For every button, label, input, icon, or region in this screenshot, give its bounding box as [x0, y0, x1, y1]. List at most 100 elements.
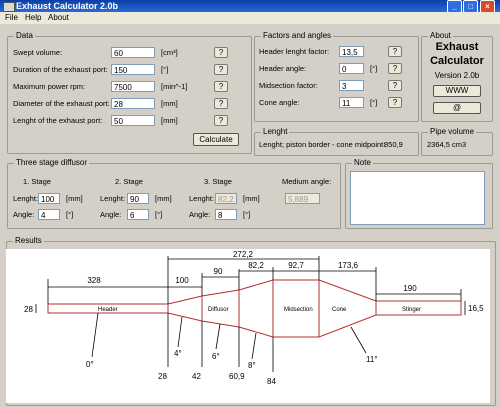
stage3-angle-label: Angle: [189, 210, 211, 219]
length-group-title: Lenght [261, 127, 290, 136]
angle-stage1: 4° [174, 349, 182, 358]
email-button[interactable]: @ [433, 102, 481, 114]
midsection-factor-input[interactable]: 3 [339, 80, 364, 91]
calculate-button[interactable]: Calculate [193, 133, 239, 146]
midsection-factor-help-button[interactable]: ? [388, 80, 402, 91]
dim-stinger-length: 190 [403, 284, 417, 293]
stage2-length-label: Lenght: [100, 194, 126, 203]
stage1-length-label: Lenght: [13, 194, 39, 203]
cone-angle-help-button[interactable]: ? [388, 97, 402, 108]
stage2-angle-input[interactable]: 6 [127, 209, 149, 220]
dim-stage2-length: 90 [214, 267, 223, 276]
diffuser-group: Three stage diffusor 1. Stage Lenght: 10… [7, 158, 341, 229]
port-duration-unit: [°] [161, 65, 169, 74]
about-version: Version 2.0b [434, 71, 480, 80]
results-group-title: Results [13, 236, 44, 245]
port-diameter-help-button[interactable]: ? [214, 98, 228, 109]
pipe-volume-group-title: Pipe volume [428, 127, 477, 136]
diameter-stage1-end: 42 [192, 372, 201, 381]
swept-volume-input[interactable]: 60 [111, 47, 155, 58]
menu-file[interactable]: File [5, 12, 18, 24]
header-angle-unit: [°] [370, 64, 378, 73]
window-title: Exhaust Calculator 2.0b [16, 1, 119, 11]
header-length-factor-input[interactable]: 13,5 [339, 46, 364, 57]
segment-diffusor-label: Diffusor [208, 307, 229, 313]
www-button[interactable]: WWW [433, 85, 481, 97]
app-icon [3, 2, 15, 12]
port-diameter-input[interactable]: 28 [111, 98, 155, 109]
factors-group: Factors and angles Header lenght factor:… [254, 31, 419, 122]
length-piston-cone-value: 850,9 [384, 140, 403, 149]
max-power-rpm-help-button[interactable]: ? [214, 81, 228, 92]
header-angle-input[interactable]: 0 [339, 63, 364, 74]
dim-midsection-length: 92,7 [288, 261, 304, 270]
port-length-help-button[interactable]: ? [214, 115, 228, 126]
menu-bar: File Help About [0, 12, 500, 24]
stage2-title: 2. Stage [115, 177, 143, 186]
midsection-factor-label: Midsection factor: [259, 81, 318, 90]
dim-diffusor-length: 272,2 [233, 250, 254, 259]
port-diameter-unit: [mm] [161, 99, 178, 108]
menu-help[interactable]: Help [25, 12, 41, 24]
stage2-length-unit: [mm] [155, 194, 172, 203]
dim-stage3-length: 82,2 [248, 261, 264, 270]
port-duration-input[interactable]: 150 [111, 64, 155, 75]
pipe-volume-group: Pipe volume 2364,5 cm3 [421, 127, 493, 156]
stage2-angle-unit: [°] [155, 210, 163, 219]
max-power-rpm-unit: [min^-1] [161, 82, 188, 91]
segment-header-label: Header [98, 307, 118, 313]
segment-stinger-label: Stinger [402, 307, 421, 313]
pipe-diagram-svg: 328 272,2 100 90 82,2 92,7 173,6 190 28 … [24, 250, 484, 386]
stage1-angle-input[interactable]: 4 [38, 209, 60, 220]
port-duration-help-button[interactable]: ? [214, 64, 228, 75]
about-app-name-line2: Calculator [430, 55, 484, 67]
menu-about[interactable]: About [48, 12, 69, 24]
port-length-input[interactable]: 50 [111, 115, 155, 126]
max-power-rpm-input[interactable]: 7500 [111, 81, 155, 92]
header-angle-label: Header angle: [259, 64, 307, 73]
stage3-length-unit: [mm] [243, 194, 260, 203]
about-group-title: About [428, 31, 453, 40]
factors-group-title: Factors and angles [261, 31, 334, 40]
medium-angle-input: 5,889 [285, 193, 320, 204]
stage3-title: 3. Stage [204, 177, 232, 186]
angle-stage2: 6° [212, 352, 220, 361]
segment-midsection-label: Midsection [284, 307, 313, 313]
note-group: Note [345, 158, 493, 229]
note-textarea[interactable] [350, 171, 485, 225]
diameter-midsection: 84 [267, 377, 276, 386]
dim-header-length: 328 [87, 276, 101, 285]
data-group: Data Swept volume: 60 [cm³] ? Duration o… [7, 31, 252, 154]
medium-angle-label: Medium angle: [282, 177, 332, 186]
cone-angle-input[interactable]: 11 [339, 97, 364, 108]
results-diagram: 328 272,2 100 90 82,2 92,7 173,6 190 28 … [6, 249, 490, 403]
port-length-label: Lenght of the exhaust port: [13, 116, 103, 125]
dim-stinger-diameter: 16,5 [468, 304, 484, 313]
stage1-length-unit: [mm] [66, 194, 83, 203]
port-diameter-label: Diameter of the exhaust port: [13, 99, 110, 108]
stage3-length-input[interactable]: 82,2 [215, 193, 237, 204]
max-power-rpm-label: Maximum power rpm: [13, 82, 86, 91]
stage3-angle-unit: [°] [243, 210, 251, 219]
title-bar: Exhaust Calculator 2.0b _ □ × [0, 0, 500, 13]
swept-volume-help-button[interactable]: ? [214, 47, 228, 58]
about-group: About Exhaust Calculator Version 2.0b WW… [421, 31, 493, 122]
diameter-stage2-end: 60,9 [229, 372, 245, 381]
stage1-length-input[interactable]: 100 [38, 193, 60, 204]
header-angle-help-button[interactable]: ? [388, 63, 402, 74]
header-length-factor-help-button[interactable]: ? [388, 46, 402, 57]
stage3-length-label: Lenght: [189, 194, 215, 203]
cone-angle-unit: [°] [370, 98, 378, 107]
angle-header: 0° [86, 360, 94, 369]
stage2-length-input[interactable]: 90 [127, 193, 149, 204]
top-dimension-lines [35, 256, 466, 372]
note-group-title: Note [352, 158, 373, 167]
stage3-angle-input[interactable]: 8 [215, 209, 237, 220]
swept-volume-label: Swept volume: [13, 48, 63, 57]
about-app-name-line1: Exhaust [435, 41, 479, 53]
header-length-factor-label: Header lenght factor: [259, 47, 330, 56]
diameter-header-end: 28 [158, 372, 167, 381]
stage2-angle-label: Angle: [100, 210, 122, 219]
stage1-title: 1. Stage [23, 177, 51, 186]
port-duration-label: Duration of the exhaust port: [13, 65, 108, 74]
